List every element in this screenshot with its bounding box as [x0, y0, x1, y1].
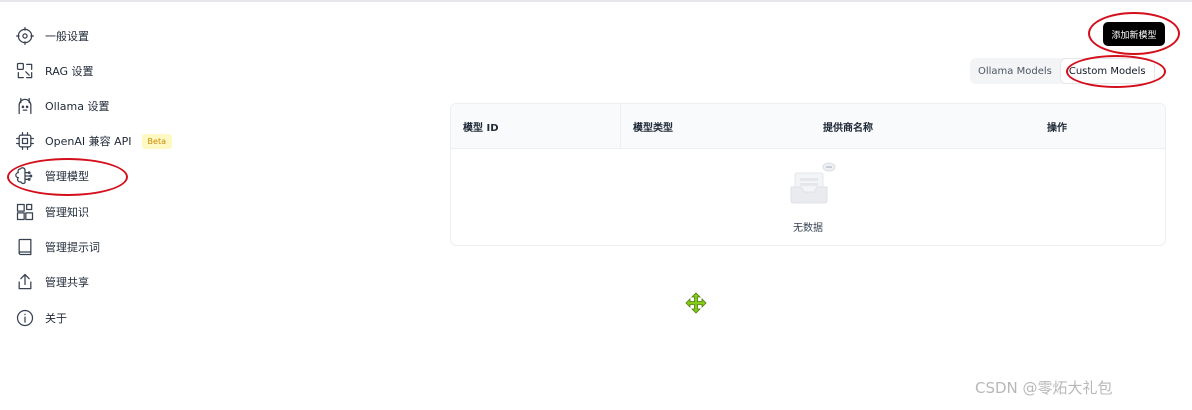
info-icon — [14, 307, 36, 329]
sidebar-item-openai-api[interactable]: OpenAI 兼容 API Beta — [8, 125, 198, 157]
column-header-provider-name: 提供商名称 — [823, 123, 873, 134]
sidebar-item-manage-sharing[interactable]: 管理共享 — [8, 266, 198, 298]
empty-state-text: 无数据 — [793, 223, 823, 234]
column-header-model-type: 模型类型 — [633, 123, 673, 134]
watermark: CSDN @零炻大礼包 — [975, 379, 1113, 397]
sidebar-item-label: 管理提示词 — [45, 241, 100, 254]
sidebar-item-label: 管理共享 — [45, 276, 89, 289]
sidebar-item-general[interactable]: 一般设置 — [8, 20, 198, 52]
sidebar-item-label: 管理模型 — [45, 170, 89, 183]
empty-inbox-icon — [790, 162, 836, 204]
rag-icon — [14, 60, 36, 82]
sidebar-item-manage-knowledge[interactable]: 管理知识 — [8, 196, 198, 228]
move-cursor-icon — [685, 292, 707, 314]
sidebar-item-label: Ollama 设置 — [45, 100, 110, 113]
sidebar-item-manage-models[interactable]: 管理模型 — [8, 160, 198, 192]
settings-icon — [14, 25, 36, 47]
sidebar-item-label: 一般设置 — [45, 30, 89, 43]
column-header-actions: 操作 — [1047, 123, 1067, 134]
blocks-icon — [14, 201, 36, 223]
column-header-model-id: 模型 ID — [451, 104, 621, 149]
sidebar-item-rag[interactable]: RAG 设置 — [8, 55, 198, 87]
llama-icon — [14, 95, 36, 117]
tab-ollama-models[interactable]: Ollama Models — [970, 58, 1060, 84]
models-table: 模型 ID 模型类型 提供商名称 操作 无数据 — [450, 103, 1166, 246]
sidebar-item-label: 关于 — [45, 312, 67, 325]
top-border — [0, 0, 1192, 2]
sidebar-item-ollama[interactable]: Ollama 设置 — [8, 90, 198, 122]
chip-icon — [14, 130, 36, 152]
beta-badge: Beta — [141, 133, 172, 149]
sidebar-item-about[interactable]: 关于 — [8, 302, 198, 334]
tab-custom-models[interactable]: Custom Models — [1059, 58, 1155, 84]
book-icon — [14, 236, 36, 258]
sidebar-item-label: OpenAI 兼容 API — [45, 135, 132, 148]
sidebar-item-label: 管理知识 — [45, 206, 89, 219]
sidebar-item-manage-prompts[interactable]: 管理提示词 — [8, 231, 198, 263]
share-icon — [14, 271, 36, 293]
brain-icon — [14, 165, 36, 187]
table-header: 模型 ID 模型类型 提供商名称 操作 — [451, 104, 1165, 149]
add-model-button[interactable]: 添加新模型 — [1103, 22, 1165, 46]
empty-state: 无数据 — [451, 149, 1165, 245]
model-source-toggle: Ollama Models Custom Models — [970, 58, 1155, 84]
sidebar-item-label: RAG 设置 — [45, 65, 94, 78]
